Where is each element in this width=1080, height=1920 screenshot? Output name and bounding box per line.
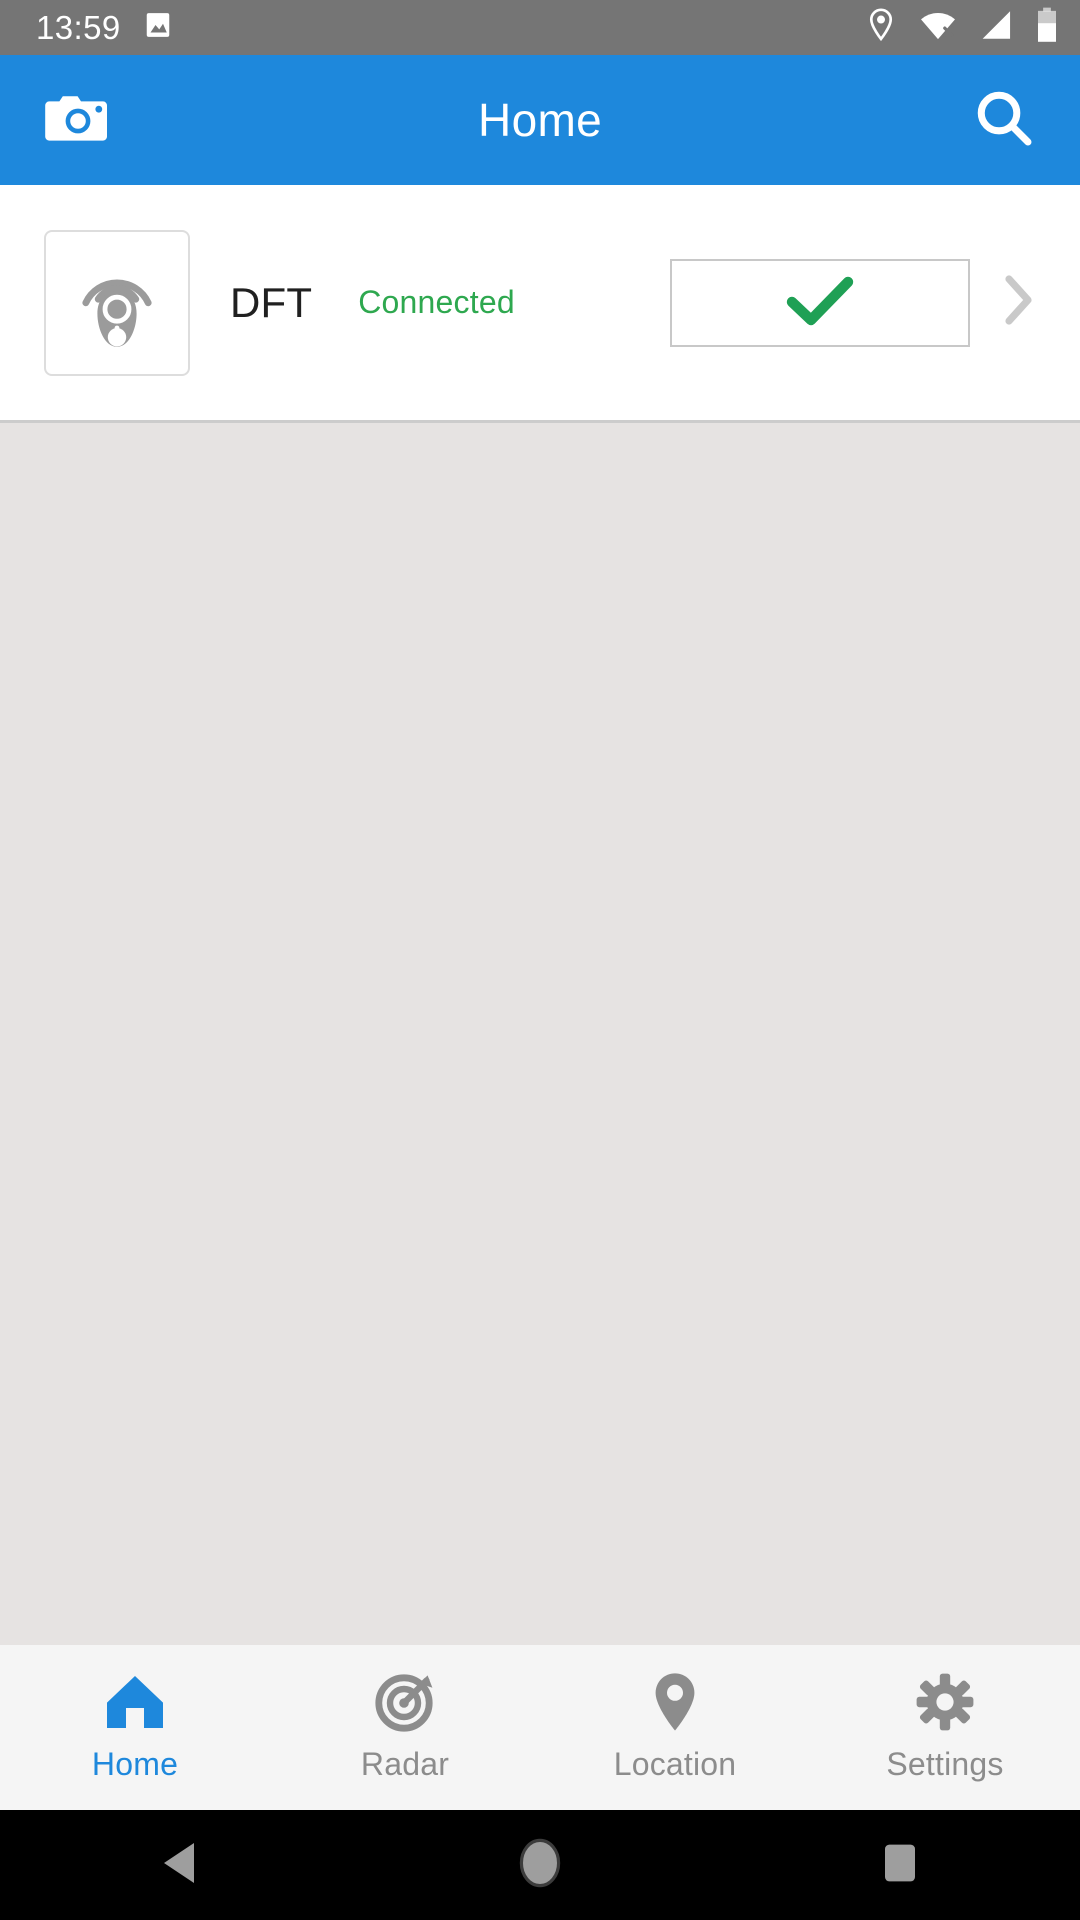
tab-settings-label: Settings xyxy=(886,1746,1004,1782)
phone-screen: 13:59 Home DFT Connected Home Radar Loca… xyxy=(0,0,1080,1920)
device-connect-toggle-button[interactable] xyxy=(670,258,970,347)
key-fob-signal-icon xyxy=(67,246,167,359)
device-name: DFT xyxy=(230,278,313,326)
back-button[interactable] xyxy=(0,1840,360,1891)
device-icon-container xyxy=(44,229,190,376)
search-icon xyxy=(973,87,1035,154)
device-row[interactable]: DFT Connected xyxy=(0,185,1080,420)
tab-radar-label: Radar xyxy=(360,1746,450,1782)
gear-icon xyxy=(915,1672,975,1732)
status-bar-notification-icons xyxy=(143,10,173,45)
location-pin-icon xyxy=(866,8,896,47)
recents-button[interactable] xyxy=(720,1841,1080,1890)
tab-radar[interactable]: Radar xyxy=(270,1645,540,1810)
circle-home-icon xyxy=(517,1837,563,1894)
radar-icon xyxy=(374,1672,436,1732)
tab-home-label: Home xyxy=(91,1746,179,1782)
camera-button[interactable] xyxy=(34,78,118,162)
check-icon xyxy=(782,271,858,334)
triangle-back-icon xyxy=(160,1840,200,1891)
bottom-navigation-bar: Home Radar Location Settings xyxy=(0,1645,1080,1810)
android-navigation-bar xyxy=(0,1810,1080,1920)
cellular-signal-icon xyxy=(980,9,1014,46)
content-area xyxy=(0,423,1080,1645)
status-bar-clock: 13:59 xyxy=(36,9,121,46)
chevron-right-icon xyxy=(1002,272,1036,333)
page-title: Home xyxy=(478,94,602,146)
device-status: Connected xyxy=(358,284,515,320)
tab-location-label: Location xyxy=(613,1746,737,1782)
tab-home[interactable]: Home xyxy=(0,1645,270,1810)
status-bar-system-icons xyxy=(866,7,1058,48)
tab-settings[interactable]: Settings xyxy=(810,1645,1080,1810)
status-bar: 13:59 xyxy=(0,0,1080,55)
search-button[interactable] xyxy=(962,78,1046,162)
home-icon xyxy=(105,1672,165,1732)
camera-icon xyxy=(44,91,108,150)
image-icon xyxy=(143,10,173,45)
device-list: DFT Connected xyxy=(0,185,1080,423)
device-detail-chevron[interactable] xyxy=(984,272,1054,333)
battery-icon xyxy=(1036,7,1058,48)
square-recents-icon xyxy=(881,1841,919,1890)
app-bar: Home xyxy=(0,55,1080,185)
tab-location[interactable]: Location xyxy=(540,1645,810,1810)
wifi-off-icon xyxy=(918,9,958,46)
home-button[interactable] xyxy=(360,1837,720,1894)
location-pin-icon xyxy=(651,1672,699,1732)
